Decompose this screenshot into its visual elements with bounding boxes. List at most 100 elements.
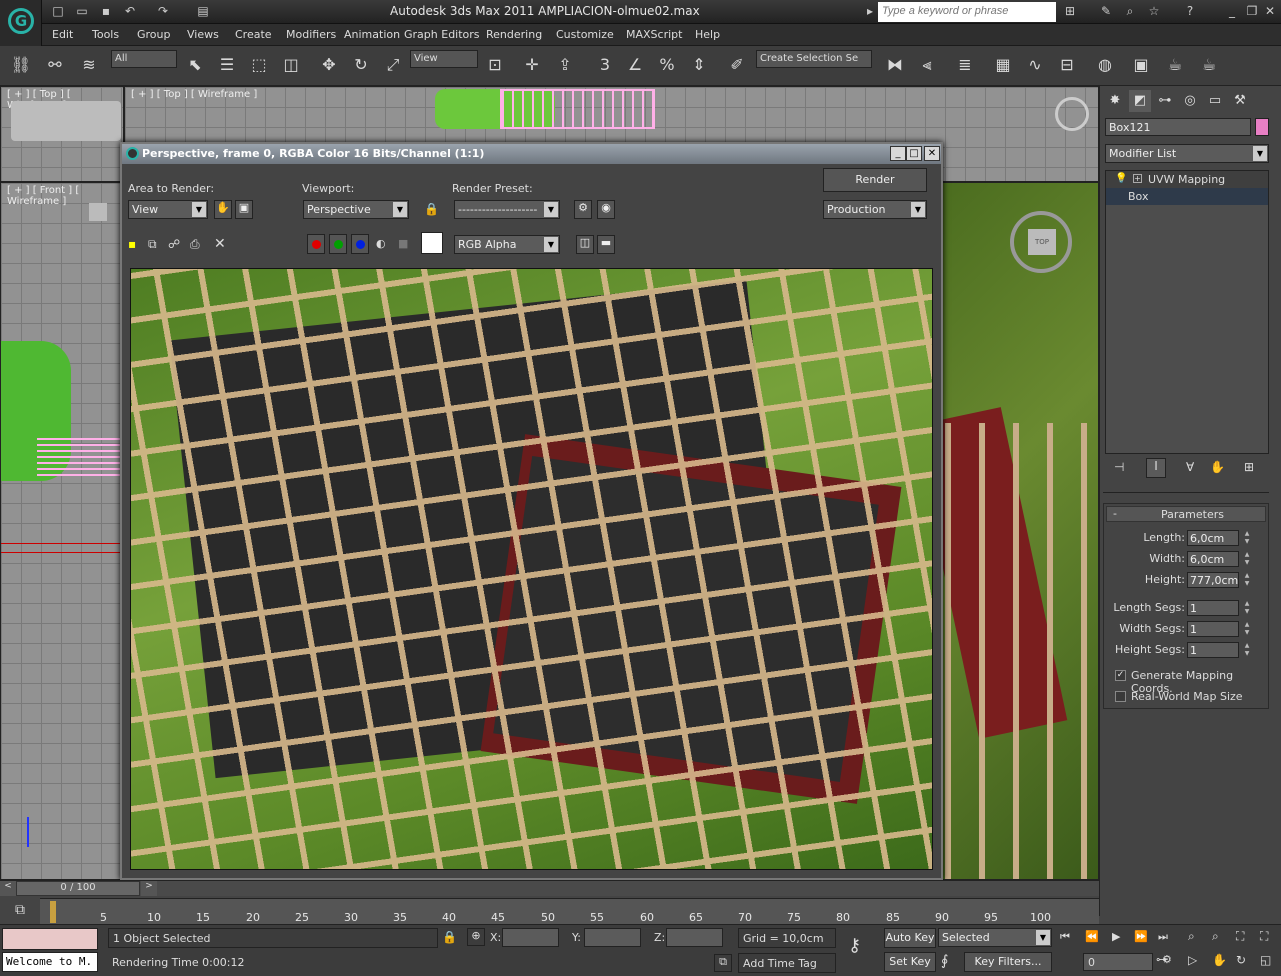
minimize-icon[interactable]: _ <box>1224 3 1240 19</box>
window-crossing-icon[interactable]: ◫ <box>278 52 304 78</box>
y-coord-field[interactable] <box>584 928 641 947</box>
rect-selection-icon[interactable]: ⬚ <box>246 52 272 78</box>
render-setup-icon[interactable]: ⚙ <box>574 200 592 219</box>
viewcube-top-face[interactable]: TOP <box>1028 229 1056 255</box>
time-slider[interactable]: < 0 / 100 > <box>0 880 1099 896</box>
height-spinner[interactable]: ▲ ▼ <box>1243 572 1251 588</box>
green-channel-toggle[interactable] <box>329 234 347 254</box>
auto-key-button[interactable]: Auto Key <box>884 928 936 948</box>
render-window-titlebar[interactable]: Perspective, frame 0, RGBA Color 16 Bits… <box>122 144 941 164</box>
align-icon[interactable]: ⫷ <box>914 52 940 78</box>
menu-edit[interactable]: Edit <box>52 28 73 41</box>
next-frame-icon[interactable]: ⏩ <box>1134 930 1148 943</box>
previous-frame-icon[interactable]: ⏪ <box>1085 930 1099 943</box>
graphite-ribbon-icon[interactable]: ▦ <box>990 52 1016 78</box>
pan-view-icon[interactable]: ✋ <box>1212 953 1227 967</box>
key-mode-select[interactable]: Selected ▼ <box>938 928 1052 947</box>
lock-icon[interactable]: 🔒 <box>424 202 439 216</box>
monochrome-icon[interactable]: ■ <box>398 237 408 250</box>
key-icon[interactable]: ⚷ <box>848 935 861 956</box>
menu-views[interactable]: Views <box>187 28 219 41</box>
menu-group[interactable]: Group <box>137 28 171 41</box>
length-field[interactable]: 6,0cm <box>1187 530 1239 546</box>
menu-tools[interactable]: Tools <box>92 28 119 41</box>
lightbulb-icon[interactable]: 💡 <box>1115 173 1127 184</box>
project-folder-icon[interactable]: ▤ <box>195 3 211 19</box>
remove-modifier-icon[interactable]: ✋ <box>1210 460 1225 474</box>
unlink-icon[interactable]: ⚯ <box>42 52 68 78</box>
maxscript-listener-output[interactable] <box>2 928 98 950</box>
render-setup-icon[interactable]: ▣ <box>1128 52 1154 78</box>
snap-toggle-icon[interactable]: 3 <box>592 52 618 78</box>
undo-icon[interactable]: ↶ <box>122 3 138 19</box>
modify-tab-icon[interactable]: ◩ <box>1129 90 1151 112</box>
real-world-checkbox[interactable] <box>1115 691 1126 702</box>
search-expand-icon[interactable]: ▸ <box>862 3 878 19</box>
mirror-icon[interactable]: ⧓ <box>882 52 908 78</box>
viewcube-icon[interactable] <box>1055 97 1089 131</box>
make-unique-icon[interactable]: ∀ <box>1186 460 1194 474</box>
maximize-icon[interactable]: □ <box>906 146 922 161</box>
add-time-tag[interactable]: Add Time Tag <box>738 953 836 973</box>
render-production-icon[interactable]: ☕ <box>1196 52 1222 78</box>
print-icon[interactable]: ⎙ <box>190 237 200 252</box>
object-name-field[interactable]: Box121 <box>1105 118 1251 136</box>
current-frame-field[interactable]: 0 <box>1083 953 1153 971</box>
menu-help[interactable]: Help <box>695 28 720 41</box>
width-segs-spinner[interactable]: ▲ ▼ <box>1243 621 1251 637</box>
maxscript-input[interactable]: Welcome to M. <box>2 952 98 972</box>
rendered-frame-window-icon[interactable]: ☕ <box>1162 52 1188 78</box>
viewcube-icon[interactable] <box>11 101 121 141</box>
modifier-list-select[interactable]: Modifier List ▼ <box>1105 144 1269 163</box>
copy-image-icon[interactable]: ⧉ <box>148 237 157 252</box>
new-file-icon[interactable]: □ <box>50 3 66 19</box>
redo-icon[interactable]: ↷ <box>155 3 171 19</box>
material-editor-icon[interactable]: ◍ <box>1092 52 1118 78</box>
auto-region-icon[interactable]: ▣ <box>235 200 253 219</box>
play-icon[interactable]: ▶ <box>1112 930 1120 943</box>
width-spinner[interactable]: ▲ ▼ <box>1243 551 1251 567</box>
save-image-icon[interactable]: ▪ <box>128 237 136 251</box>
schematic-view-icon[interactable]: ⊟ <box>1054 52 1080 78</box>
select-by-name-icon[interactable]: ☰ <box>214 52 240 78</box>
move-icon[interactable]: ✥ <box>316 52 342 78</box>
height-field[interactable]: 777,0cm <box>1187 572 1239 588</box>
trackbar-toggle-icon[interactable]: ⧉ <box>0 898 40 924</box>
motion-tab-icon[interactable]: ◎ <box>1179 90 1201 112</box>
restore-icon[interactable]: ❐ <box>1244 3 1260 19</box>
chevron-left-icon[interactable]: < <box>0 881 16 896</box>
time-tag-icon[interactable]: ⧉ <box>714 954 732 972</box>
red-channel-toggle[interactable] <box>307 234 325 254</box>
select-manipulate-icon[interactable]: ✛ <box>519 52 545 78</box>
time-config-icon[interactable]: ⚙ <box>1162 953 1172 966</box>
rollout-header[interactable]: - Parameters <box>1106 506 1266 522</box>
stack-item-box[interactable]: Box <box>1106 188 1268 205</box>
maximize-viewport-icon[interactable]: ◱ <box>1260 953 1271 967</box>
menu-rendering[interactable]: Rendering <box>486 28 542 41</box>
selection-filter-select[interactable]: All <box>111 50 177 68</box>
toggle-ui-overlay-icon[interactable]: ◫ <box>576 235 594 254</box>
viewcube-ring-icon[interactable]: TOP <box>1010 211 1072 273</box>
zoom-extents-icon[interactable]: ⛶ <box>1236 929 1244 944</box>
render-button[interactable]: Render <box>823 168 927 192</box>
favorites-star-icon[interactable]: ☆ <box>1146 3 1162 19</box>
key-tangent-icon[interactable]: ∮ <box>941 953 948 969</box>
configure-modifier-sets-icon[interactable]: ⊞ <box>1244 460 1254 474</box>
show-end-result-icon[interactable]: I <box>1146 458 1166 478</box>
go-to-start-icon[interactable]: ⏮ <box>1060 930 1070 944</box>
search-input[interactable]: Type a keyword or phrase <box>878 2 1056 22</box>
menu-customize[interactable]: Customize <box>556 28 614 41</box>
named-selection-sets-select[interactable]: Create Selection Se <box>756 50 872 68</box>
viewport-front[interactable]: [ + ] [ Front ] [ Wireframe ] <box>0 182 124 880</box>
render-mode-select[interactable]: Production ▼ <box>823 200 927 219</box>
communication-center-icon[interactable]: ⌕ <box>1122 3 1138 19</box>
zoom-extents-all-icon[interactable]: ⛶ <box>1260 929 1268 944</box>
area-to-render-select[interactable]: View ▼ <box>128 200 208 219</box>
bind-spacewarp-icon[interactable]: ≋ <box>76 52 102 78</box>
scale-icon[interactable]: ⤢ <box>380 52 406 78</box>
height-segs-field[interactable]: 1 <box>1187 642 1239 658</box>
app-logo-button[interactable]: G <box>0 0 42 46</box>
field-of-view-icon[interactable]: ▷ <box>1188 953 1197 967</box>
spinner-snap-icon[interactable]: ⇕ <box>686 52 712 78</box>
z-coord-field[interactable] <box>666 928 723 947</box>
